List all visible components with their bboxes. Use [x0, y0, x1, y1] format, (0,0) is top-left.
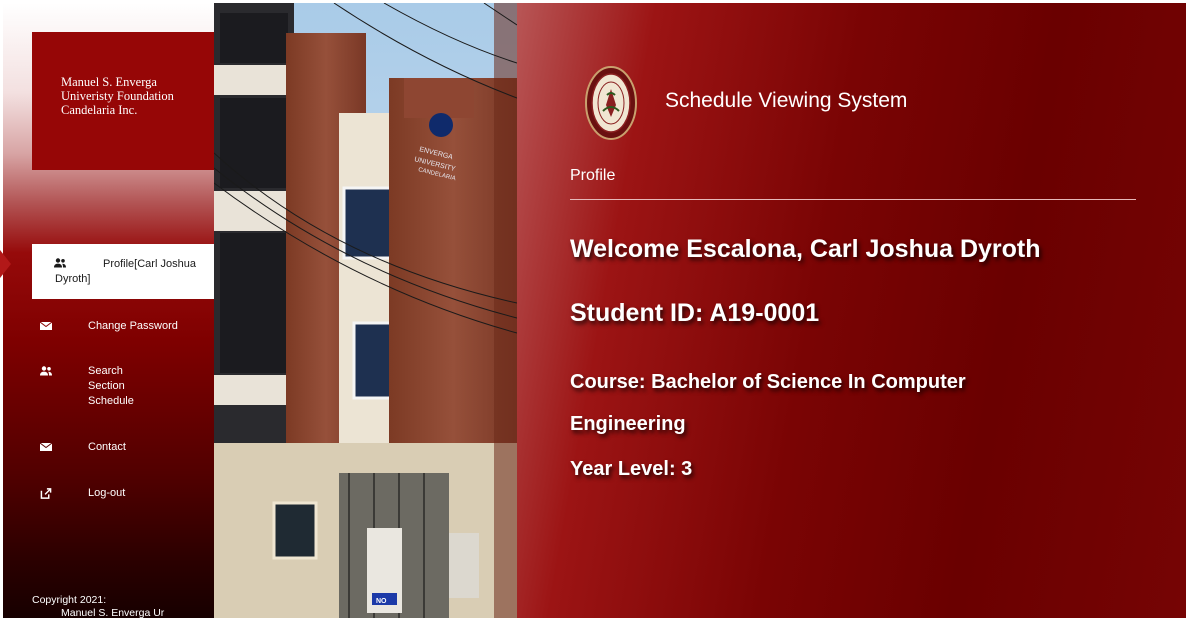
nav-label-profile-line2: Dyroth] [55, 273, 91, 285]
nav-item-change-password[interactable]: Change Password [32, 319, 214, 337]
sidebar: Manuel S. Enverga Univeristy Foundation … [3, 3, 214, 618]
year-level: Year Level: 3 [570, 458, 693, 480]
nav-label-profile-line1: Profile[Carl Joshua [103, 258, 196, 270]
external-link-icon [40, 488, 52, 499]
brand-line-3: Candelaria Inc. [61, 103, 138, 117]
nav-label-profile: Profile[Carl Joshua Dyroth] [32, 257, 212, 287]
building-illustration: ENVERGA UNIVERSITY CANDELARIA NO [214, 3, 517, 618]
brand-box: Manuel S. Enverga Univeristy Foundation … [32, 32, 214, 170]
section-title: Profile [570, 167, 616, 184]
active-indicator-arrow [0, 250, 11, 278]
system-title: Schedule Viewing System [665, 89, 908, 112]
copyright-line-2: Manuel S. Enverga Ur [61, 607, 165, 618]
main-content: Schedule Viewing System Profile Welcome … [517, 3, 1186, 618]
nav-label-schedule: Schedule [88, 395, 134, 407]
nav-label-search: Search [88, 365, 123, 377]
copyright-line-1: Copyright 2021: [32, 594, 107, 606]
nav-label-section: Section [88, 380, 125, 392]
nav-label-change-password: Change Password [88, 320, 178, 332]
nav-item-contact[interactable]: Contact [32, 440, 214, 458]
poster-text: NO [376, 598, 387, 605]
nav-label-contact: Contact [88, 441, 126, 453]
envelope-icon [40, 321, 52, 330]
welcome-heading: Welcome Escalona, Carl Joshua Dyroth [570, 235, 1041, 263]
nav-item-profile[interactable]: Profile[Carl Joshua Dyroth] [32, 244, 214, 299]
copyright: Copyright 2021: Manuel S. Enverga Ur [32, 594, 164, 618]
course-info: Course: Bachelor of Science In Computer … [570, 371, 966, 435]
university-seal-icon [585, 66, 637, 140]
envelope-icon [40, 442, 52, 451]
section-divider [570, 199, 1136, 200]
nav-label-search-section-schedule: Search Section Schedule [88, 364, 208, 409]
nav-item-search-section-schedule[interactable]: Search Section Schedule [32, 364, 214, 412]
nav-item-logout[interactable]: Log-out [32, 486, 214, 504]
campus-building-photo: ENVERGA UNIVERSITY CANDELARIA NO [214, 3, 517, 618]
brand-line-1: Manuel S. Enverga [61, 75, 157, 89]
brand-line-2: Univeristy Foundation [61, 89, 174, 103]
users-icon [40, 366, 52, 376]
nav-label-logout: Log-out [88, 487, 126, 499]
student-id: Student ID: A19-0001 [570, 299, 820, 327]
